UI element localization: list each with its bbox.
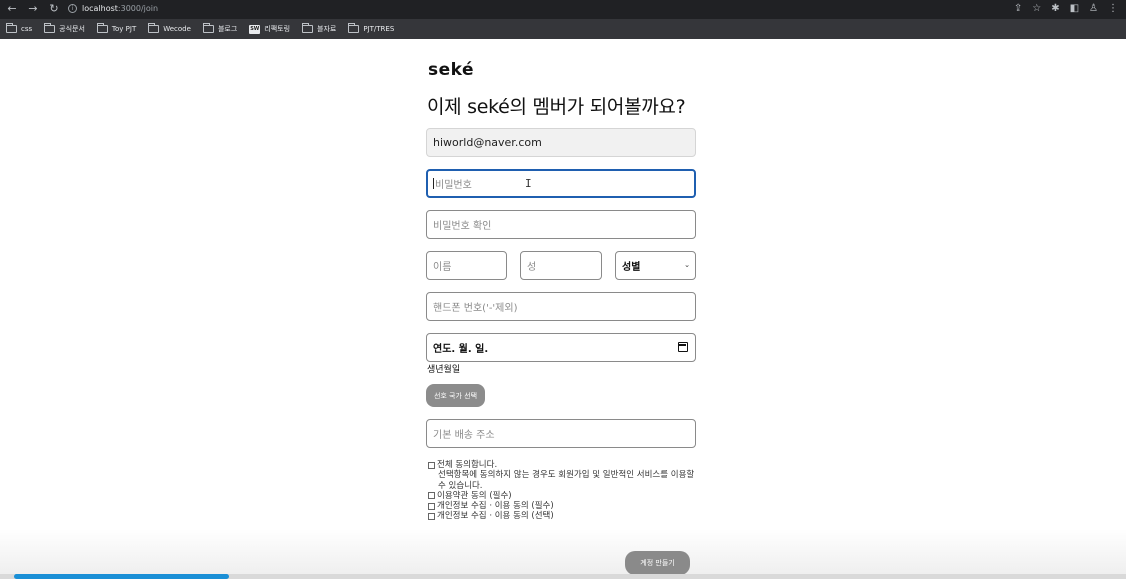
star-icon[interactable]: ☆ <box>1032 3 1041 15</box>
sidepanel-icon[interactable]: ◧ <box>1070 3 1079 15</box>
folder-icon <box>302 23 314 33</box>
agree-privacy-required-checkbox[interactable] <box>428 502 435 510</box>
bookmark-css[interactable]: css <box>6 23 33 33</box>
bottom-fade <box>0 529 1126 579</box>
info-icon[interactable]: i <box>68 4 77 13</box>
gender-select[interactable]: 성별 ⌄ <box>615 251 696 280</box>
password-field[interactable]: 비밀번호 <box>426 169 696 198</box>
logo[interactable]: seké <box>428 60 474 80</box>
folder-icon <box>96 23 108 33</box>
agree-privacy-required-label: 개인정보 수집 · 이용 동의 (필수) <box>437 501 554 512</box>
agree-terms-row[interactable]: 이용약관 동의 (필수) <box>428 491 698 501</box>
agree-terms-checkbox[interactable] <box>428 492 435 500</box>
agree-privacy-required-row[interactable]: 개인정보 수집 · 이용 동의 (필수) <box>428 501 698 511</box>
bookmark-refactoring[interactable]: SW 리팩토링 <box>249 24 290 34</box>
password-placeholder: 비밀번호 <box>435 180 472 191</box>
phone-placeholder: 핸드폰 번호('-'제외) <box>433 303 518 314</box>
bookmark-toy-pjt[interactable]: Toy PJT <box>96 23 137 33</box>
agree-all-row[interactable]: 전체 동의합니다. <box>428 460 698 470</box>
bookmark-label: Toy PJT <box>111 25 137 33</box>
phone-field[interactable]: 핸드폰 번호('-'제외) <box>426 292 696 321</box>
password-confirm-field[interactable]: 비밀번호 확인 <box>426 210 696 239</box>
folder-icon <box>148 23 160 33</box>
menu-icon[interactable]: ⋮ <box>1108 3 1118 15</box>
bookmark-wecode[interactable]: Wecode <box>148 23 191 33</box>
agree-all-description: 선택항목에 동의하지 않는 경우도 회원가입 및 일반적인 서비스를 이용할 수… <box>438 470 695 491</box>
last-name-placeholder: 성 <box>527 262 537 273</box>
profile-icon[interactable]: ♙ <box>1089 3 1098 15</box>
bookmark-materials[interactable]: 블자료 <box>302 23 337 34</box>
create-account-button[interactable]: 계정 만들기 <box>625 551 690 575</box>
first-name-field[interactable]: 이름 <box>426 251 507 280</box>
last-name-field[interactable]: 성 <box>520 251 602 280</box>
folder-icon <box>6 23 17 33</box>
address-field[interactable]: 기본 배송 주소 <box>426 419 696 448</box>
agree-privacy-optional-row[interactable]: 개인정보 수집 · 이용 동의 (선택) <box>428 511 698 521</box>
chevron-down-icon: ⌄ <box>684 261 690 269</box>
birth-date-field[interactable]: 연도. 월. 일. <box>426 333 696 362</box>
bookmark-docs[interactable]: 공식문서 <box>44 23 85 34</box>
agree-terms-label: 이용약관 동의 (필수) <box>437 490 512 501</box>
email-value: hiworld@naver.com <box>433 136 542 149</box>
bookmark-label: PJT/TRES <box>363 25 395 33</box>
birth-date-label: 생년월일 <box>427 365 461 375</box>
browser-toolbar: ← → ↻ i localhost:3000/join ⇪ ☆ ✱ ◧ ♙ ⋮ <box>0 0 1126 19</box>
birth-date-placeholder: 연도. 월. 일. <box>433 344 489 355</box>
agree-privacy-optional-checkbox[interactable] <box>428 512 435 520</box>
bookmark-label: 리팩토링 <box>264 25 291 33</box>
signup-page: seké 이제 seké의 멤버가 되어볼까요? hiworld@naver.c… <box>0 39 1126 579</box>
folder-icon <box>202 23 214 33</box>
gender-select-value: 성별 <box>622 262 641 273</box>
url-path: :3000/join <box>117 4 159 13</box>
folder-icon <box>348 23 360 33</box>
text-caret <box>433 178 434 189</box>
back-icon[interactable]: ← <box>6 3 18 15</box>
address-bar[interactable]: i localhost:3000/join <box>68 4 158 13</box>
bookmark-label: css <box>21 25 33 33</box>
bookmark-pjt-tres[interactable]: PJT/TRES <box>348 23 395 33</box>
url-host: localhost <box>82 4 118 13</box>
agree-privacy-optional-label: 개인정보 수집 · 이용 동의 (선택) <box>437 511 554 522</box>
first-name-placeholder: 이름 <box>433 262 452 273</box>
bookmark-label: 블자료 <box>317 25 337 33</box>
ibeam-cursor-icon: I <box>525 177 532 190</box>
agree-all-checkbox[interactable] <box>428 461 435 469</box>
bookmark-blog[interactable]: 블로그 <box>202 23 238 34</box>
password-confirm-placeholder: 비밀번호 확인 <box>433 221 492 232</box>
address-placeholder: 기본 배송 주소 <box>433 430 495 441</box>
country-select-button[interactable]: 선호 국가 선택 <box>426 384 485 407</box>
extensions-icon[interactable]: ✱ <box>1051 3 1059 15</box>
agree-all-label: 전체 동의합니다. <box>437 460 498 470</box>
bookmark-label: 블로그 <box>217 25 238 33</box>
page-title: 이제 seké의 멤버가 되어볼까요? <box>427 96 686 118</box>
bookmark-label: 공식문서 <box>59 25 85 33</box>
email-field[interactable]: hiworld@naver.com <box>426 128 696 157</box>
bookmarks-bar: css 공식문서 Toy PJT Wecode 블로그 SW 리팩토링 블자료 P… <box>0 19 1126 39</box>
sw-icon: SW <box>249 24 261 34</box>
folder-icon <box>44 23 56 33</box>
share-icon[interactable]: ⇪ <box>1014 3 1022 15</box>
calendar-icon[interactable] <box>678 342 688 352</box>
forward-icon[interactable]: → <box>27 3 39 15</box>
bookmark-label: Wecode <box>163 25 191 33</box>
reload-icon[interactable]: ↻ <box>48 3 60 15</box>
scroll-progress-bar <box>14 574 229 579</box>
agreement-section: 전체 동의합니다. 선택항목에 동의하지 않는 경우도 회원가입 및 일반적인 … <box>428 460 698 522</box>
